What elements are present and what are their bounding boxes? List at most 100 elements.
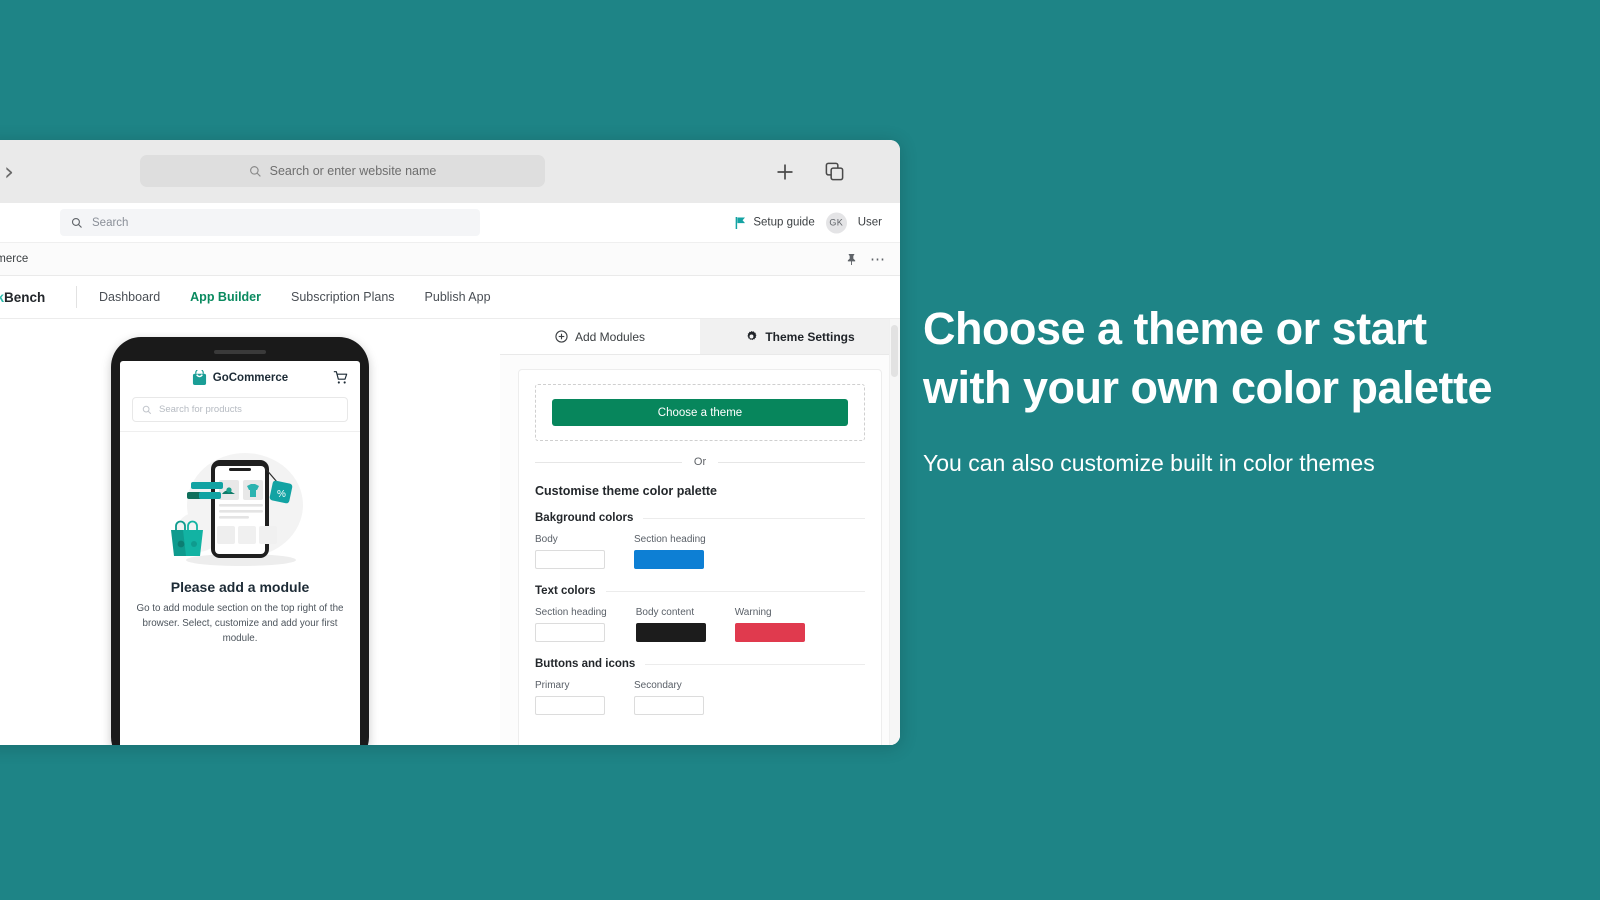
brand-logo[interactable]: StackBench — [0, 290, 68, 305]
search-icon — [71, 217, 82, 228]
setup-guide-label: Setup guide — [753, 216, 815, 229]
plus-circle-icon — [555, 330, 568, 343]
empty-state-title: Please add a module — [170, 579, 310, 595]
swatch-color-section-heading-text[interactable] — [535, 623, 605, 642]
group-text-colors: Text colors — [535, 585, 865, 597]
or-line-right — [718, 461, 866, 463]
or-separator: Or — [535, 456, 866, 468]
swatch-section-heading-bg[interactable]: Section heading — [634, 534, 706, 569]
svg-text:%: % — [277, 489, 286, 500]
search-icon — [249, 165, 261, 177]
marketing-subtext: You can also customize built in color th… — [923, 450, 1375, 476]
divider — [120, 431, 360, 432]
group-buttons-icons: Buttons and icons — [535, 658, 865, 670]
swatch-label-body-content: Body content — [635, 607, 695, 618]
app-body: GoCommerce Search for products % Please … — [0, 319, 900, 745]
swatch-row-buttons: Primary Secondary — [535, 680, 865, 715]
settings-tabs: Add Modules Theme Settings — [500, 319, 900, 355]
phone-mockup: GoCommerce Search for products % Please … — [111, 337, 369, 745]
url-placeholder-text: Search or enter website name — [269, 164, 437, 178]
flag-icon — [735, 216, 746, 229]
group-line — [605, 590, 865, 592]
choose-theme-button[interactable]: Choose a theme — [552, 399, 848, 426]
app-navigation: StackBench Dashboard App Builder Subscri… — [0, 276, 900, 319]
search-icon — [142, 405, 152, 414]
marketing-headline: Choose a theme or start with your own co… — [923, 303, 1493, 413]
empty-state-description: Go to add module section on the top righ… — [136, 603, 344, 645]
swatch-primary[interactable]: Primary — [535, 680, 605, 715]
empty-store-illustration: % — [170, 453, 303, 566]
product-search-placeholder: Search for products — [159, 404, 242, 415]
tab-add-modules[interactable]: Add Modules — [500, 319, 700, 354]
store-name: GoCommerce — [212, 372, 289, 384]
phone-speaker — [214, 350, 266, 354]
swatch-section-heading-text[interactable]: Section heading — [535, 607, 607, 642]
shopping-cart-icon[interactable] — [333, 370, 348, 385]
chevron-right-icon[interactable]: › — [4, 159, 14, 184]
group-line — [643, 517, 865, 519]
pin-icon[interactable] — [846, 253, 857, 266]
swatch-color-body-content[interactable] — [635, 623, 706, 642]
search-input[interactable]: Search — [60, 209, 480, 236]
nav-item-app-builder[interactable]: App Builder — [190, 290, 261, 304]
swatch-secondary[interactable]: Secondary — [634, 680, 704, 715]
app-topbar: Search Setup guide GK User — [0, 203, 900, 243]
gear-icon — [747, 330, 757, 341]
tab-add-modules-label: Add Modules — [574, 329, 646, 344]
swatch-color-warning[interactable] — [734, 623, 805, 642]
search-placeholder-text: Search — [92, 216, 129, 229]
url-bar[interactable]: Search or enter website name — [140, 155, 545, 187]
plus-icon[interactable] — [774, 161, 796, 183]
group-background-colors: Bakground colors — [535, 512, 865, 524]
swatch-body[interactable]: Body — [535, 534, 605, 569]
swatch-label-body: Body — [535, 534, 558, 545]
theme-settings-pane: Add Modules Theme Settings Choose a them… — [500, 319, 900, 745]
nav-items: Dashboard App Builder Subscription Plans… — [99, 290, 491, 304]
nav-item-subscription-plans[interactable]: Subscription Plans — [291, 290, 395, 304]
swatch-row-background: Body Section heading — [535, 534, 865, 569]
scrollbar-thumb[interactable] — [891, 325, 898, 377]
tab-title[interactable]: Commerce — [0, 253, 28, 265]
swatch-color-secondary[interactable] — [634, 696, 704, 715]
store-header: GoCommerce — [120, 361, 360, 395]
nav-item-dashboard[interactable]: Dashboard — [99, 290, 160, 304]
theme-settings-card: Choose a theme Or Customise theme color … — [518, 369, 882, 745]
copy-tabs-icon[interactable] — [824, 161, 845, 182]
setup-guide-button[interactable]: Setup guide — [735, 216, 815, 229]
user-label: User — [857, 216, 882, 229]
store-logo: GoCommerce — [192, 370, 288, 386]
preview-pane: GoCommerce Search for products % Please … — [0, 319, 500, 745]
tab-theme-settings[interactable]: Theme Settings — [700, 319, 900, 354]
scrollbar-track[interactable] — [889, 319, 900, 745]
avatar[interactable]: GK — [825, 212, 847, 233]
swatch-body-content[interactable]: Body content — [635, 607, 706, 642]
swatch-label-section-heading-bg: Section heading — [634, 534, 706, 545]
swatch-label-secondary: Secondary — [634, 680, 682, 691]
browser-actions — [774, 161, 845, 183]
group-line — [645, 663, 865, 665]
swatch-color-primary[interactable] — [535, 696, 605, 715]
browser-toolbar: › Search or enter website name — [0, 140, 900, 203]
topbar-right-actions: Setup guide GK User — [735, 212, 882, 233]
swatch-label-warning: Warning — [734, 607, 772, 618]
app-tabstrip: Commerce ⋯ — [0, 243, 900, 276]
brand-part-2: Bench — [4, 289, 46, 305]
swatch-warning[interactable]: Warning — [734, 607, 805, 642]
shopping-bag-icon — [192, 370, 206, 386]
nav-item-publish-app[interactable]: Publish App — [425, 290, 491, 304]
group-label-text: Text colors — [535, 585, 596, 597]
swatch-label-primary: Primary — [535, 680, 570, 691]
browser-window: › Search or enter website name Search Se… — [0, 140, 900, 745]
or-line-left — [535, 461, 682, 463]
swatch-color-section-heading-bg[interactable] — [634, 550, 704, 569]
marketing-copy: Choose a theme or start with your own co… — [923, 300, 1523, 483]
ellipsis-icon[interactable]: ⋯ — [870, 252, 886, 267]
tabstrip-actions: ⋯ — [846, 252, 886, 267]
swatch-row-text: Section heading Body content Warning — [535, 607, 865, 642]
swatch-color-body[interactable] — [535, 550, 605, 569]
product-search-input[interactable]: Search for products — [132, 397, 348, 422]
nav-divider — [76, 286, 77, 308]
swatch-label-section-heading-text: Section heading — [535, 607, 607, 618]
group-label-buttons: Buttons and icons — [535, 658, 636, 670]
phone-screen: GoCommerce Search for products % Please … — [120, 361, 360, 745]
